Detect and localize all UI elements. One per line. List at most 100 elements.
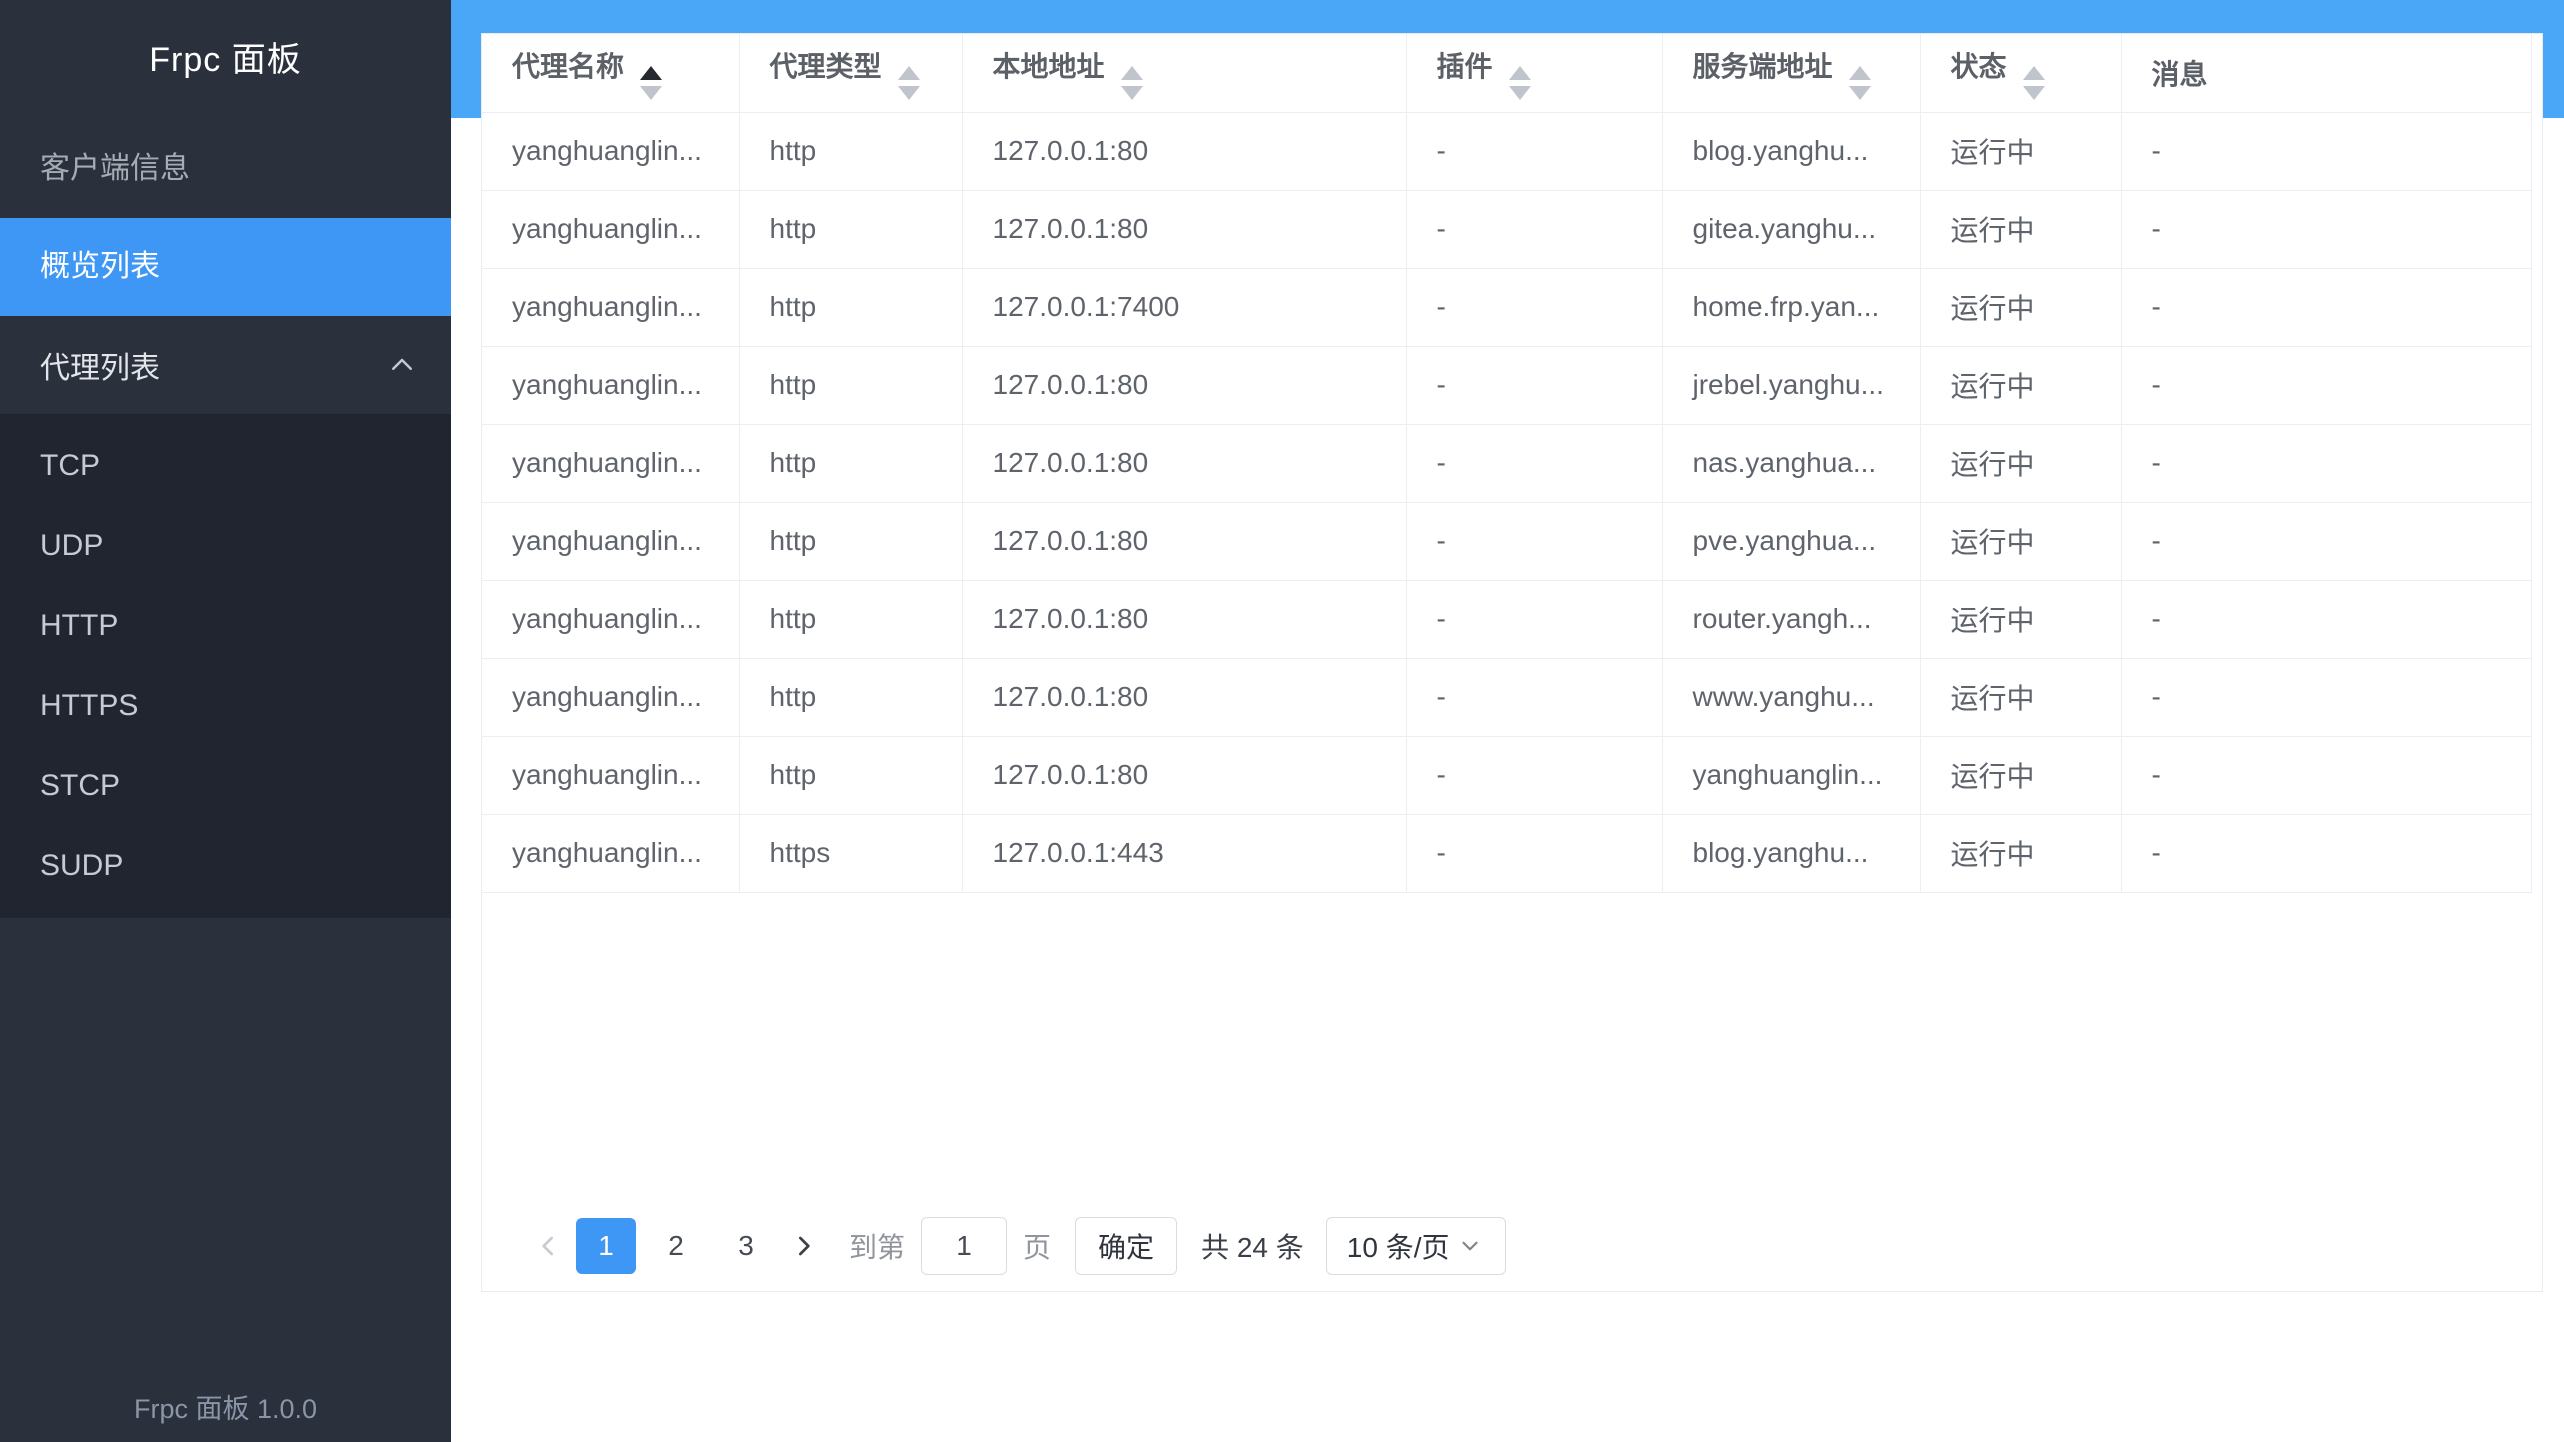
chevron-up-icon — [387, 350, 417, 380]
column-header-server-address[interactable]: 服务端地址 — [1662, 34, 1920, 112]
proxy-type-cell: http — [739, 268, 962, 346]
message-cell: - — [2121, 580, 2531, 658]
plugin-cell: - — [1406, 268, 1662, 346]
table-row: yanghuanglin...http127.0.0.1:80-nas.yang… — [482, 424, 2531, 502]
sidebar-subitem-https[interactable]: HTTPS — [0, 666, 451, 746]
status-cell: 运行中 — [1920, 502, 2121, 580]
sidebar-item-client-info[interactable]: 客户端信息 — [0, 120, 451, 218]
table-row: yanghuanglin...http127.0.0.1:80-jrebel.y… — [482, 346, 2531, 424]
chevron-right-icon — [787, 1230, 819, 1262]
plugin-cell: - — [1406, 814, 1662, 892]
local-address-cell: 127.0.0.1:80 — [962, 736, 1406, 814]
column-header-message: 消息 — [2121, 34, 2531, 112]
page-button-1[interactable]: 1 — [576, 1218, 636, 1274]
proxy-name-cell: yanghuanglin... — [482, 190, 739, 268]
local-address-cell: 127.0.0.1:443 — [962, 814, 1406, 892]
sidebar-subitem-sudp[interactable]: SUDP — [0, 826, 451, 906]
server-address-cell: router.yangh... — [1662, 580, 1920, 658]
status-cell: 运行中 — [1920, 190, 2121, 268]
sidebar-subitem-tcp[interactable]: TCP — [0, 426, 451, 506]
proxy-name-cell: yanghuanglin... — [482, 814, 739, 892]
column-header-proxy-name[interactable]: 代理名称 — [482, 34, 739, 112]
column-label: 本地地址 — [993, 51, 1105, 82]
sidebar-subitem-stcp[interactable]: STCP — [0, 746, 451, 826]
proxy-table: 代理名称 代理类型 本地地址 插件 服务端地址 — [482, 34, 2532, 893]
goto-label-prefix: 到第 — [849, 1226, 905, 1266]
table-header-row: 代理名称 代理类型 本地地址 插件 服务端地址 — [482, 34, 2531, 112]
proxy-name-cell: yanghuanglin... — [482, 268, 739, 346]
local-address-cell: 127.0.0.1:80 — [962, 580, 1406, 658]
page-button-2[interactable]: 2 — [646, 1218, 706, 1274]
goto-page-input[interactable] — [921, 1217, 1007, 1275]
proxy-type-cell: http — [739, 658, 962, 736]
local-address-cell: 127.0.0.1:80 — [962, 502, 1406, 580]
confirm-button[interactable]: 确定 — [1075, 1217, 1177, 1275]
column-label: 服务端地址 — [1693, 51, 1833, 82]
status-cell: 运行中 — [1920, 736, 2121, 814]
table-row: yanghuanglin...http127.0.0.1:80-blog.yan… — [482, 112, 2531, 190]
proxy-name-cell: yanghuanglin... — [482, 736, 739, 814]
plugin-cell: - — [1406, 346, 1662, 424]
proxy-type-cell: http — [739, 502, 962, 580]
sidebar-item-label: 代理列表 — [40, 343, 160, 387]
message-cell: - — [2121, 112, 2531, 190]
column-label: 代理类型 — [770, 51, 882, 82]
table-row: yanghuanglin...https127.0.0.1:443-blog.y… — [482, 814, 2531, 892]
next-page-button[interactable] — [781, 1230, 825, 1262]
proxy-type-cell: http — [739, 112, 962, 190]
column-label: 代理名称 — [512, 51, 624, 82]
server-address-cell: home.frp.yan... — [1662, 268, 1920, 346]
message-cell: - — [2121, 814, 2531, 892]
status-cell: 运行中 — [1920, 268, 2121, 346]
page-button-3[interactable]: 3 — [716, 1218, 776, 1274]
sort-carets-icon[interactable] — [1121, 66, 1143, 100]
sort-carets-icon[interactable] — [2023, 66, 2045, 100]
pagination: 1 2 3 到第 页 确定 共 24 条 10 条/页 — [527, 1217, 1506, 1275]
app-title: Frpc 面板 — [0, 0, 451, 120]
sidebar-submenu: TCP UDP HTTP HTTPS STCP SUDP — [0, 414, 451, 918]
sidebar-subitem-http[interactable]: HTTP — [0, 586, 451, 666]
table-row: yanghuanglin...http127.0.0.1:80-www.yang… — [482, 658, 2531, 736]
column-label: 消息 — [2152, 59, 2208, 90]
proxy-name-cell: yanghuanglin... — [482, 346, 739, 424]
proxy-name-cell: yanghuanglin... — [482, 580, 739, 658]
page-size-select[interactable]: 10 条/页 — [1326, 1217, 1507, 1275]
server-address-cell: www.yanghu... — [1662, 658, 1920, 736]
status-cell: 运行中 — [1920, 658, 2121, 736]
column-header-proxy-type[interactable]: 代理类型 — [739, 34, 962, 112]
local-address-cell: 127.0.0.1:80 — [962, 424, 1406, 502]
table-row: yanghuanglin...http127.0.0.1:80-gitea.ya… — [482, 190, 2531, 268]
sidebar-item-proxy-list[interactable]: 代理列表 — [0, 316, 451, 414]
sort-carets-icon[interactable] — [898, 66, 920, 100]
server-address-cell: jrebel.yanghu... — [1662, 346, 1920, 424]
local-address-cell: 127.0.0.1:80 — [962, 346, 1406, 424]
prev-page-button[interactable] — [527, 1230, 571, 1262]
proxy-type-cell: https — [739, 814, 962, 892]
main-area: 概览列表 — [451, 0, 2564, 1442]
server-address-cell: blog.yanghu... — [1662, 112, 1920, 190]
sort-carets-icon[interactable] — [1509, 66, 1531, 100]
message-cell: - — [2121, 736, 2531, 814]
plugin-cell: - — [1406, 736, 1662, 814]
table-row: yanghuanglin...http127.0.0.1:80 - router.y… — [482, 580, 2531, 658]
column-header-local-address[interactable]: 本地地址 — [962, 34, 1406, 112]
sidebar-subitem-udp[interactable]: UDP — [0, 506, 451, 586]
column-label: 插件 — [1437, 51, 1493, 82]
goto-label-suffix: 页 — [1023, 1226, 1051, 1266]
proxy-type-cell: http — [739, 346, 962, 424]
app-version: Frpc 面板 1.0.0 — [0, 1387, 451, 1426]
page-size-label: 10 条/页 — [1347, 1226, 1450, 1266]
table-row: yanghuanglin...http127.0.0.1:7400-home.f… — [482, 268, 2531, 346]
sort-carets-icon[interactable] — [1849, 66, 1871, 100]
sort-carets-icon[interactable] — [640, 66, 662, 100]
column-header-plugin[interactable]: 插件 — [1406, 34, 1662, 112]
message-cell: - — [2121, 268, 2531, 346]
status-cell: 运行中 — [1920, 424, 2121, 502]
table-row: yanghuanglin...http127.0.0.1:80-pve.yang… — [482, 502, 2531, 580]
proxy-type-cell: http — [739, 580, 962, 658]
server-address-cell: yanghuanglin... — [1662, 736, 1920, 814]
chevron-down-icon — [1457, 1233, 1483, 1259]
local-address-cell: 127.0.0.1:7400 — [962, 268, 1406, 346]
column-header-status[interactable]: 状态 — [1920, 34, 2121, 112]
sidebar-item-overview[interactable]: 概览列表 — [0, 218, 451, 316]
